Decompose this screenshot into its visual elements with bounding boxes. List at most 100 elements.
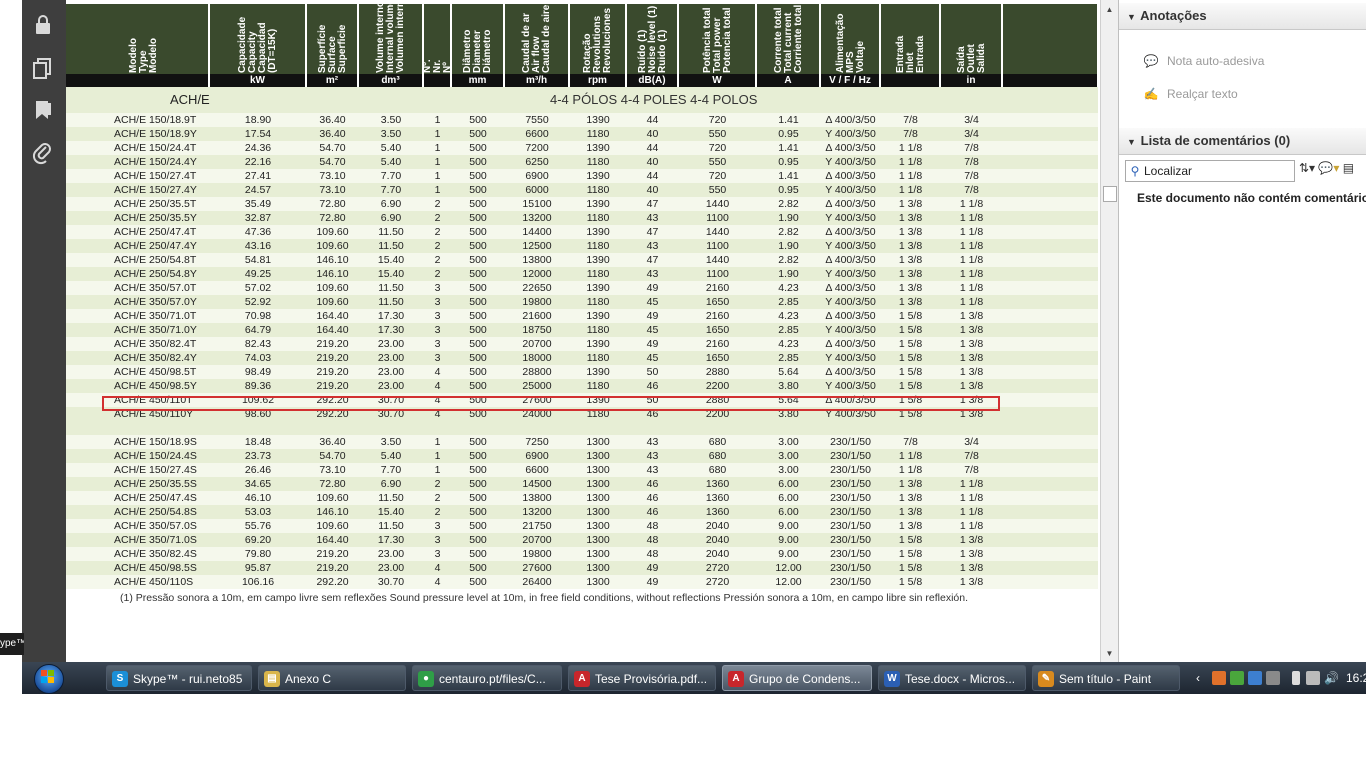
column-header: Corrente total Total current Corriente tot… [757, 4, 820, 87]
tray-security-icon[interactable] [1230, 671, 1244, 685]
table-cell: 2.82 [778, 226, 799, 238]
column-header: Nº. Nr. Nº [424, 4, 451, 87]
document-view[interactable]: Modelo Type Modelo Capacidade Capacity Capaci… [66, 0, 1100, 662]
annotations-title: Anotações [1140, 8, 1207, 23]
tray-network-icon[interactable] [1248, 671, 1262, 685]
table-cell: 164.40 [316, 310, 349, 322]
header-unit: mm [452, 74, 503, 87]
tray-expand-icon[interactable]: ‹ [1196, 662, 1200, 694]
table-cell: ACH/E 150/27.4T [114, 170, 197, 182]
taskbar-button-label: Skype™ - rui.neto85 [133, 672, 243, 686]
table-cell: 500 [469, 296, 487, 308]
highlight-text-tool[interactable]: ✍ Realçar texto [1141, 87, 1238, 101]
highlight-text-label: Realçar texto [1167, 87, 1238, 101]
table-cell: 45 [646, 324, 659, 336]
sort-icon[interactable]: ⇅▾ [1299, 161, 1315, 175]
table-cell: 109.60 [316, 520, 349, 532]
taskbar-button[interactable]: A Grupo de Condens... [722, 665, 872, 691]
taskbar-button-label: centauro.pt/files/C... [439, 672, 546, 686]
options-icon[interactable]: ▤ [1343, 161, 1354, 175]
scroll-up-icon[interactable]: ▲ [1101, 2, 1118, 18]
column-header: Saída Outlet Salida in [941, 4, 1002, 87]
table-cell: 49 [646, 338, 659, 350]
table-cell: 1 [434, 156, 441, 168]
table-cell: 46 [646, 506, 659, 518]
sticky-note-tool[interactable]: 💬 Nota auto-adesiva [1141, 54, 1265, 68]
table-cell: 1300 [586, 562, 610, 574]
table-cell: 15.40 [377, 268, 405, 280]
start-button[interactable] [32, 662, 66, 694]
taskbar-button-label: Sem título - Paint [1059, 672, 1152, 686]
attachment-icon[interactable] [30, 140, 56, 166]
taskbar-button[interactable]: ✎ Sem título - Paint [1032, 665, 1180, 691]
table-cell: 2 [434, 240, 441, 252]
comment-filter-icon[interactable]: 💬▾ [1318, 161, 1339, 175]
battery-icon[interactable] [1292, 671, 1300, 685]
table-cell: 2.82 [778, 198, 799, 210]
table-cell: 230/1/50 [830, 520, 871, 532]
header-label: Total power [711, 17, 723, 73]
table-row: ACH/E 150/24.4Y 22.16 54.70 5.40 1 500 6250 118… [66, 155, 1098, 169]
table-cell: 230/1/50 [830, 548, 871, 560]
search-input[interactable]: ⚲ Localizar [1125, 160, 1295, 182]
table-cell: 48 [646, 534, 659, 546]
table-cell: 3 [434, 548, 441, 560]
header-label: Superfície [316, 24, 328, 73]
table-cell: 2 [434, 268, 441, 280]
table-cell: 9.00 [778, 520, 799, 532]
skype-floating-label[interactable]: ype™ [0, 633, 24, 655]
taskbar-button[interactable]: A Tese Provisória.pdf... [568, 665, 716, 691]
table-cell: 2.85 [778, 296, 799, 308]
taskbar-button[interactable]: S Skype™ - rui.neto85 [106, 665, 252, 691]
table-cell: 4 [434, 380, 441, 392]
taskbar-button[interactable]: W Tese.docx - Micros... [878, 665, 1026, 691]
table-cell: 2 [434, 506, 441, 518]
table-cell: 21750 [522, 520, 552, 532]
table-row: ACH/E 150/18.9Y 17.54 36.40 3.50 1 500 6600 118… [66, 127, 1098, 141]
table-cell: 1180 [586, 380, 610, 392]
tray-tool-icon[interactable] [1266, 671, 1280, 685]
table-cell: 219.20 [316, 380, 349, 392]
table-header: Modelo Type Modelo Capacidade Capacity Capaci… [66, 4, 1098, 87]
table-cell: ACH/E 250/35.5Y [114, 212, 197, 224]
taskbar-button[interactable]: ● centauro.pt/files/C... [412, 665, 562, 691]
tray-app-icon[interactable] [1212, 671, 1226, 685]
table-cell: 1300 [586, 520, 610, 532]
lock-icon[interactable] [30, 12, 56, 38]
table-cell: 1390 [586, 310, 610, 322]
table-cell: 7/8 [964, 450, 979, 462]
table-cell: 54.70 [319, 156, 346, 168]
table-cell: 20700 [522, 534, 552, 546]
table-cell: 72.80 [319, 212, 346, 224]
table-cell: 1390 [586, 254, 610, 266]
table-cell: 20700 [522, 338, 552, 350]
table-cell: 43 [646, 436, 659, 448]
comments-list-header[interactable]: ▼ Lista de comentários (0) [1119, 128, 1366, 155]
table-cell: 1180 [586, 324, 610, 336]
header-label: Nº [441, 62, 451, 73]
table-cell: 1 5/8 [898, 338, 923, 350]
vertical-scrollbar[interactable]: ▲ ▼ [1100, 0, 1118, 662]
network-icon[interactable] [1306, 671, 1320, 685]
table-cell: 49.25 [244, 268, 272, 280]
table-cell: 500 [469, 268, 487, 280]
annotations-header[interactable]: ▼ Anotações [1119, 3, 1366, 30]
table-cell: 47.36 [244, 226, 272, 238]
scroll-down-icon[interactable]: ▼ [1101, 646, 1118, 662]
comment-tools[interactable]: ⇅▾ 💬▾ ▤ [1299, 161, 1354, 175]
scroll-thumb[interactable] [1103, 186, 1117, 202]
table-cell: 23.00 [377, 548, 405, 560]
table-cell: 57.02 [244, 282, 272, 294]
pages-icon[interactable] [30, 55, 56, 81]
taskbar-button-label: Anexo C [285, 672, 332, 686]
clock[interactable]: 16:2 [1346, 662, 1366, 694]
table-cell: 43 [646, 212, 659, 224]
bookmark-icon[interactable] [30, 97, 56, 123]
table-cell: 106.16 [241, 576, 275, 588]
table-cell: 1 5/8 [898, 562, 923, 574]
taskbar-button[interactable]: ▤ Anexo C [258, 665, 406, 691]
table-cell: 82.43 [244, 338, 272, 350]
header-label: Potência total [701, 7, 713, 73]
volume-icon[interactable]: 🔊 [1324, 662, 1339, 694]
collapse-triangle-icon: ▼ [1127, 12, 1136, 22]
